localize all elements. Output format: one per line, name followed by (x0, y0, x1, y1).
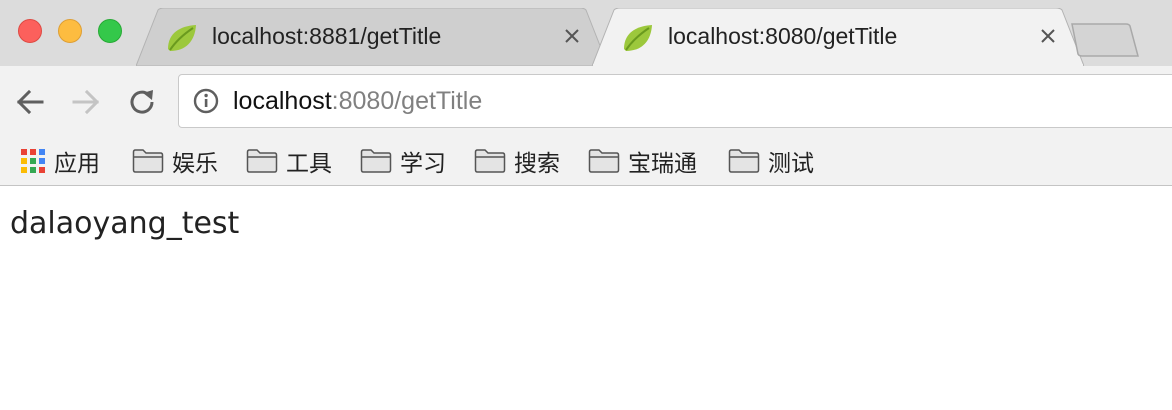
bookmark-folder-baoruitong[interactable]: 宝瑞通 (588, 144, 697, 178)
url-path: :8080/getTitle (331, 87, 483, 115)
close-tab-icon[interactable] (1038, 26, 1058, 46)
bookmark-label: 学习 (400, 150, 446, 176)
spring-leaf-icon (624, 25, 652, 51)
bookmark-label: 搜索 (514, 150, 560, 176)
forward-arrow-icon[interactable] (70, 86, 102, 118)
folder-icon (728, 149, 760, 173)
bookmark-label: 宝瑞通 (628, 150, 697, 176)
page-body-text: dalaoyang_test (10, 206, 240, 241)
address-bar[interactable]: localhost:8080/getTitle (178, 74, 1172, 128)
navigation-toolbar: localhost:8080/getTitle (0, 66, 1172, 138)
url-text[interactable]: localhost:8080/getTitle (233, 87, 482, 116)
tab-strip: localhost:8881/getTitle localhost:8080/g… (0, 0, 1172, 66)
tab-title: localhost:8881/getTitle (212, 23, 442, 49)
reload-icon[interactable] (126, 86, 158, 118)
window-maximize-button[interactable] (98, 19, 122, 43)
bookmark-label: 应用 (54, 150, 100, 176)
bookmark-folder-entertainment[interactable]: 娱乐 (132, 144, 218, 178)
spring-leaf-icon (168, 25, 196, 51)
tab-title: localhost:8080/getTitle (668, 23, 898, 49)
tab-localhost-8080[interactable]: localhost:8080/getTitle (592, 8, 1084, 66)
folder-icon (360, 149, 392, 173)
bookmark-label: 工具 (286, 150, 332, 176)
bookmark-folder-test[interactable]: 测试 (728, 144, 814, 178)
folder-icon (246, 149, 278, 173)
tab-localhost-8881[interactable]: localhost:8881/getTitle (136, 8, 608, 66)
bookmark-label: 测试 (768, 150, 814, 176)
window-close-button[interactable] (18, 19, 42, 43)
folder-icon (588, 149, 620, 173)
bookmarks-bar: 应用 娱乐 工具 学习 搜索 宝瑞通 测试 (0, 138, 1172, 186)
close-tab-icon[interactable] (562, 26, 582, 46)
bookmark-apps[interactable]: 应用 (20, 144, 100, 178)
window-minimize-button[interactable] (58, 19, 82, 43)
site-info-icon[interactable] (193, 88, 219, 114)
url-host: localhost (233, 87, 332, 115)
bookmark-folder-study[interactable]: 学习 (360, 144, 446, 178)
apps-grid-icon (21, 149, 45, 173)
bookmark-label: 娱乐 (172, 150, 218, 176)
bookmark-folder-tools[interactable]: 工具 (246, 144, 332, 178)
folder-icon (474, 149, 506, 173)
back-arrow-icon[interactable] (14, 86, 46, 118)
folder-icon (132, 149, 164, 173)
new-tab-button[interactable] (1068, 22, 1140, 58)
bookmark-folder-search[interactable]: 搜索 (474, 144, 560, 178)
